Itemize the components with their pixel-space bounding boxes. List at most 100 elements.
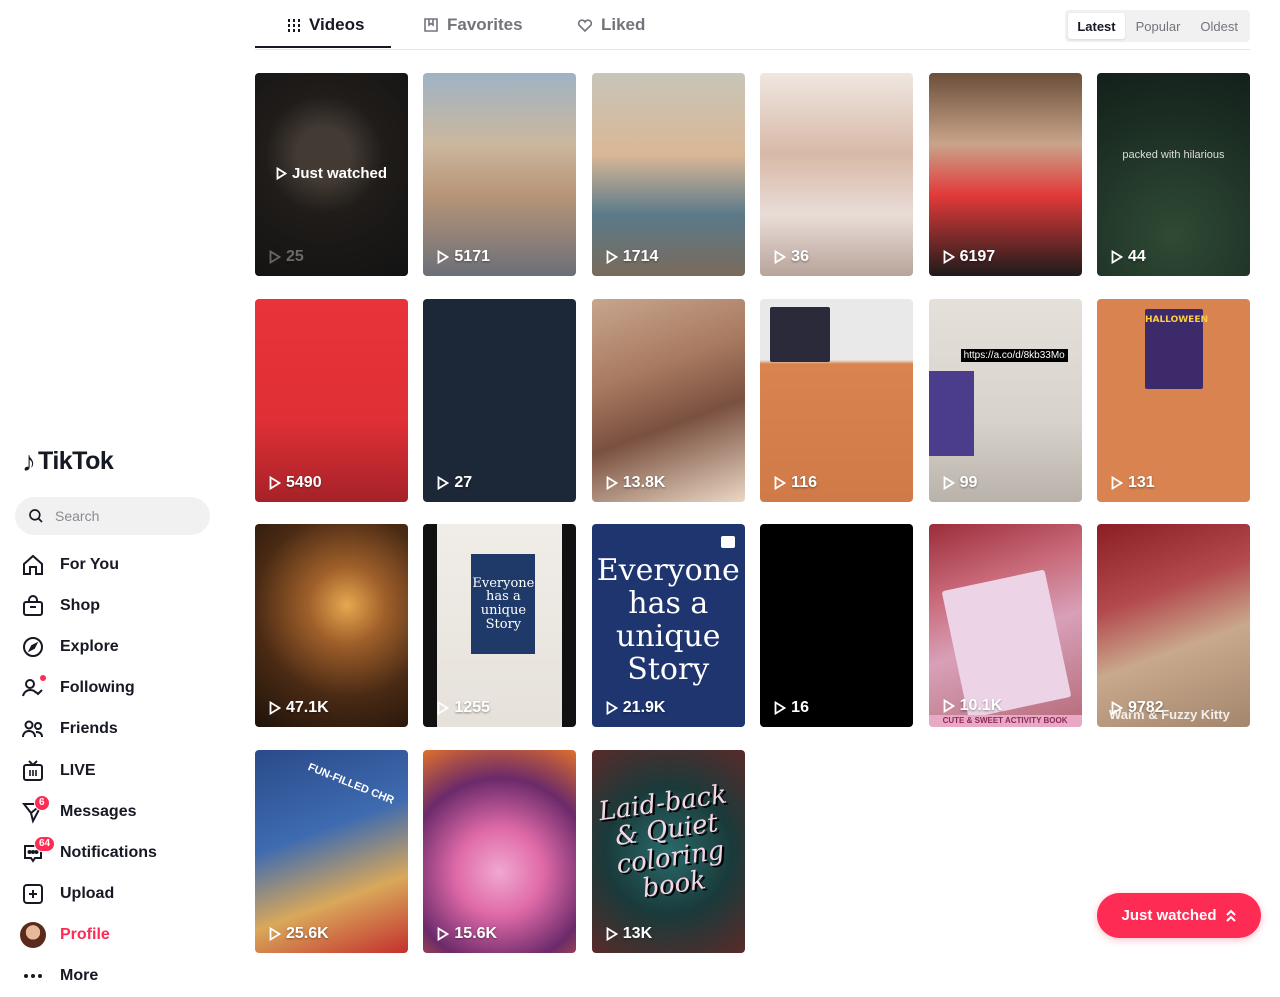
- just-watched-button[interactable]: Just watched: [1097, 893, 1261, 938]
- tab-videos[interactable]: Videos: [287, 0, 364, 50]
- view-count: 131: [1111, 474, 1155, 492]
- video-caption: CUTE & SWEET ACTIVITY BOOK: [928, 715, 1082, 727]
- sidebar-item-label: LIVE: [60, 761, 96, 779]
- sidebar-item-label: Following: [60, 679, 135, 697]
- video-card[interactable]: packed with hilarious 44: [1096, 73, 1250, 276]
- sidebar-item-label: Upload: [60, 885, 115, 903]
- live-tv-icon: [20, 758, 46, 784]
- view-count: 25: [269, 248, 304, 266]
- compass-icon: [20, 634, 46, 660]
- video-card[interactable]: Everyone has a unique Story 21.9K: [591, 524, 745, 727]
- sidebar-item-friends[interactable]: Friends: [20, 709, 220, 750]
- active-tab-indicator: [255, 46, 391, 48]
- video-card[interactable]: 116: [760, 298, 914, 502]
- view-count: 5490: [269, 474, 322, 492]
- video-caption: FUN-FILLED CHR: [306, 760, 396, 807]
- book-title: Laid-back & Quiet coloring book: [596, 779, 729, 904]
- profile-avatar: [20, 922, 46, 949]
- sidebar-item-for-you[interactable]: For You: [20, 544, 220, 585]
- search-input[interactable]: [55, 508, 205, 524]
- video-card[interactable]: https://a.co/d/8kb33Mo 99: [928, 298, 1082, 502]
- search-icon: [29, 509, 43, 523]
- sidebar-item-following[interactable]: Following: [20, 668, 220, 709]
- profile-content: Videos Favorites Liked Latest Popular Ol…: [255, 0, 1250, 976]
- video-card[interactable]: 5171: [423, 73, 577, 276]
- video-card[interactable]: 27: [423, 298, 577, 502]
- book-thumbnail: HALLOWEEN: [1144, 308, 1208, 389]
- tab-favorites[interactable]: Favorites: [423, 0, 523, 50]
- sidebar-item-messages[interactable]: 6 Messages: [20, 791, 220, 832]
- video-card[interactable]: HALLOWEEN 131: [1096, 298, 1250, 502]
- tab-liked[interactable]: Liked: [577, 0, 645, 50]
- sidebar-item-label: Notifications: [60, 843, 157, 861]
- notifications-badge: 64: [34, 835, 56, 852]
- bookmark-icon: [424, 18, 438, 32]
- sort-oldest[interactable]: Oldest: [1191, 13, 1247, 39]
- sidebar-item-more[interactable]: More: [20, 956, 220, 997]
- sort-toggle: Latest Popular Oldest: [1065, 10, 1250, 42]
- video-caption: https://a.co/d/8kb33Mo: [960, 348, 1068, 362]
- book-title: Everyone has a unique Story: [596, 553, 740, 687]
- view-count: 15.6K: [437, 925, 497, 943]
- sidebar-item-notifications[interactable]: 64 Notifications: [20, 832, 220, 873]
- logo-text: TikTok: [38, 447, 114, 475]
- video-card[interactable]: Just watched 25: [255, 73, 408, 276]
- messages-badge: 6: [34, 794, 50, 811]
- tiktok-note-icon: ♪: [22, 445, 36, 477]
- sidebar-item-upload[interactable]: Upload: [20, 874, 220, 915]
- sidebar-item-label: Shop: [60, 596, 100, 614]
- video-card[interactable]: 15.6K: [423, 749, 577, 953]
- view-count: 6197: [943, 248, 995, 266]
- video-card[interactable]: 16: [760, 524, 914, 727]
- video-card[interactable]: CUTE & SWEET ACTIVITY BOOK 10.1K: [928, 524, 1082, 727]
- profile-tabs: Videos Favorites Liked Latest Popular Ol…: [255, 0, 1250, 50]
- view-count: 10.1K: [943, 697, 1002, 715]
- view-count: 36: [774, 248, 809, 266]
- view-count: 16: [774, 699, 809, 717]
- video-card[interactable]: Warm & Fuzzy Kitty 9782: [1096, 524, 1250, 727]
- sidebar-item-live[interactable]: LIVE: [20, 750, 220, 791]
- sidebar-item-profile[interactable]: Profile: [20, 915, 220, 956]
- video-card[interactable]: Everyone has a unique Story 1255: [423, 524, 577, 727]
- view-count: 5171: [437, 248, 490, 266]
- video-card[interactable]: 36: [760, 73, 914, 276]
- tiktok-logo[interactable]: ♪ TikTok: [22, 445, 114, 477]
- messages-icon: 6: [20, 794, 50, 825]
- sort-popular[interactable]: Popular: [1127, 13, 1190, 39]
- grid-icon: [288, 19, 300, 32]
- home-icon: [20, 552, 46, 578]
- sidebar-item-shop[interactable]: Shop: [20, 585, 220, 626]
- just-watched-overlay: Just watched: [255, 165, 408, 182]
- just-watched-button-label: Just watched: [1121, 907, 1217, 924]
- video-card[interactable]: Laid-back & Quiet coloring book 13K: [591, 749, 745, 953]
- scroll-up-icon: [1225, 909, 1236, 922]
- book-thumbnail: [928, 370, 974, 456]
- video-card[interactable]: 1714: [591, 73, 745, 276]
- video-card[interactable]: 6197: [928, 73, 1082, 276]
- sidebar-item-label: Messages: [60, 802, 137, 820]
- tab-label: Liked: [601, 15, 646, 34]
- notifications-icon: 64: [20, 835, 56, 866]
- sidebar-nav: For You Shop Explore Following Friends L…: [20, 544, 220, 997]
- video-card[interactable]: 47.1K: [255, 524, 408, 727]
- sidebar-item-label: Explore: [60, 637, 119, 655]
- search-box[interactable]: [15, 497, 210, 535]
- sidebar-item-label: For You: [60, 555, 119, 573]
- following-icon: [20, 675, 46, 701]
- sidebar-item-label: More: [60, 967, 99, 985]
- view-count: 47.1K: [269, 699, 329, 717]
- image-post-icon: [720, 536, 735, 548]
- sidebar-item-label: Profile: [60, 926, 110, 944]
- phone-screen: Everyone has a unique Story: [437, 524, 563, 727]
- sort-latest[interactable]: Latest: [1068, 13, 1125, 39]
- friends-icon: [20, 716, 46, 742]
- view-count: 27: [437, 474, 472, 492]
- video-card[interactable]: 5490: [255, 298, 408, 502]
- video-card[interactable]: 13.8K: [591, 298, 745, 502]
- video-grid: Just watched 25 5171 1714 36 6197 packed…: [255, 73, 1250, 953]
- video-caption: packed with hilarious: [1122, 149, 1225, 161]
- video-card[interactable]: FUN-FILLED CHR 25.6K: [255, 749, 408, 953]
- view-count: 25.6K: [269, 925, 329, 943]
- book-cover: Everyone has a unique Story: [471, 554, 536, 654]
- sidebar-item-explore[interactable]: Explore: [20, 626, 220, 667]
